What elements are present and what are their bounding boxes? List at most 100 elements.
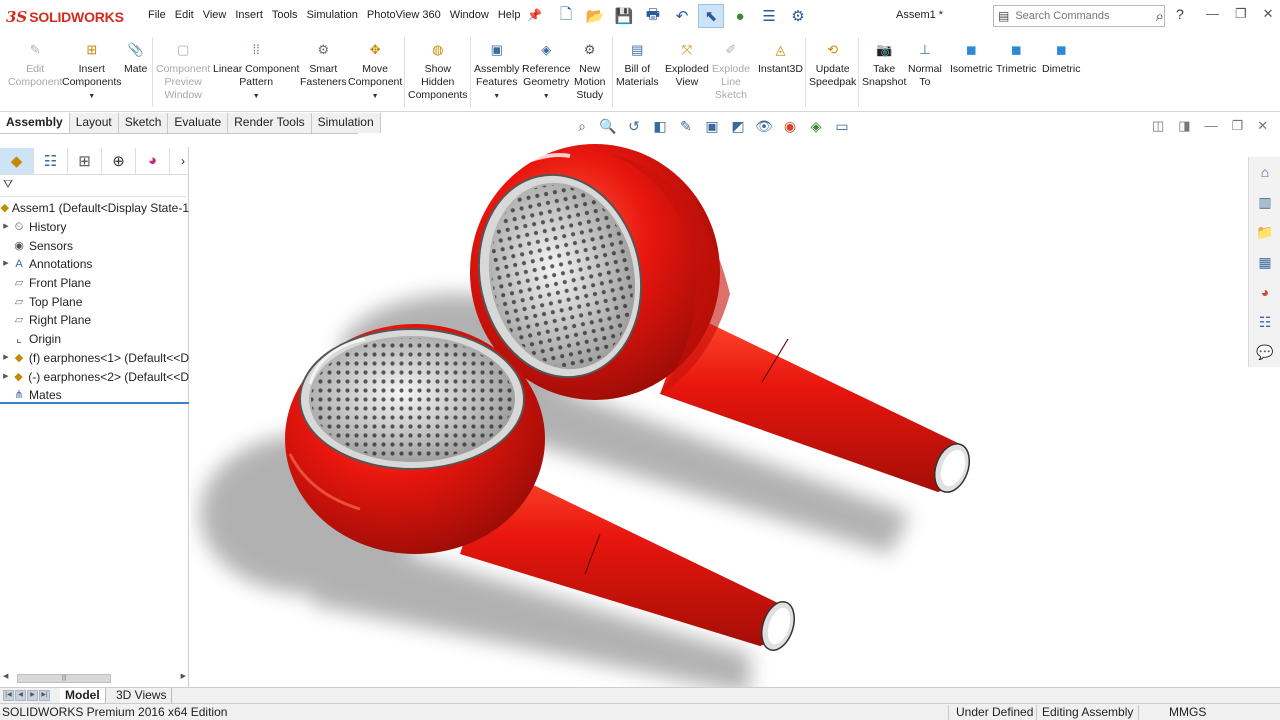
custom-properties-icon[interactable]: ☷ xyxy=(1251,309,1279,335)
last-tab-icon[interactable]: ▶| xyxy=(39,690,50,701)
menu-item-edit[interactable]: Edit xyxy=(175,9,194,21)
dropdown-arrow-icon[interactable]: ▼ xyxy=(372,90,379,103)
assembly-features-button[interactable]: ▣ Assembly Features ▼ xyxy=(474,38,520,103)
tree-item[interactable]: ▶ ◆ (f) earphones<1> (Default<<D xyxy=(0,349,189,368)
search-icon[interactable]: ⌕ xyxy=(1156,8,1164,25)
solidworks-logo[interactable]: 3S SOLIDWORKS xyxy=(6,6,124,28)
next-tab-icon[interactable]: ▶ xyxy=(27,690,38,701)
expand-arrow-icon[interactable]: ▶ xyxy=(0,255,12,273)
appearances-scenes-icon[interactable]: ◕ xyxy=(1251,279,1279,305)
menu-item-photoview-360[interactable]: PhotoView 360 xyxy=(367,9,441,21)
dynamic-annotation-icon[interactable]: ✎ xyxy=(676,117,696,135)
tree-item[interactable]: ▶ A Annotations xyxy=(0,255,189,274)
tab-sketch[interactable]: Sketch xyxy=(118,113,169,133)
scroll-left-icon[interactable]: ◀ xyxy=(3,672,8,680)
configurationmanager-tab-icon[interactable]: ⊞ xyxy=(68,147,102,174)
rollback-bar[interactable] xyxy=(0,402,189,404)
instant3d-button[interactable]: ◬ Instant3D xyxy=(758,38,803,76)
menu-item-file[interactable]: File xyxy=(148,9,166,21)
menu-item-insert[interactable]: Insert xyxy=(235,9,263,21)
menu-item-window[interactable]: Window xyxy=(450,9,489,21)
speedpak-button[interactable]: ⟲ Update Speedpak xyxy=(809,38,856,89)
mate-button[interactable]: 📎 Mate xyxy=(124,38,147,76)
menu-item-help[interactable]: Help xyxy=(498,9,521,21)
model-viewport[interactable] xyxy=(190,134,1246,694)
section-view-icon[interactable]: ◧ xyxy=(650,117,670,135)
tab-3d-views[interactable]: 3D Views xyxy=(111,688,173,704)
trimetric-button[interactable]: ◼ Trimetric xyxy=(996,38,1036,76)
tree-item[interactable]: ▱ Front Plane xyxy=(0,274,189,293)
first-tab-icon[interactable]: |◀ xyxy=(3,690,14,701)
tab-evaluate[interactable]: Evaluate xyxy=(168,113,229,133)
expand-arrow-icon[interactable]: ▶ xyxy=(0,349,12,367)
normal-to-button[interactable]: ⊥ Normal To xyxy=(908,38,942,89)
options-gear-icon[interactable]: ⚙ xyxy=(785,4,811,28)
edit-appearance-icon[interactable]: ◉ xyxy=(780,117,800,135)
viewport-minimize-icon[interactable]: — xyxy=(1205,118,1218,134)
save-icon[interactable]: 💾 xyxy=(611,4,637,28)
print-icon[interactable]: 🖶 xyxy=(640,4,666,28)
tile-view-icon[interactable]: ◨ xyxy=(1178,118,1190,134)
close-icon[interactable]: ✕ xyxy=(1263,6,1274,22)
scroll-thumb[interactable]: ||| xyxy=(17,674,111,683)
help-button[interactable]: ? xyxy=(1176,6,1184,22)
solidworks-resources-home-icon[interactable]: ⌂ xyxy=(1251,159,1279,185)
move-component-button[interactable]: ✥ Move Component ▼ xyxy=(348,38,402,103)
tree-item[interactable]: ▱ Right Plane xyxy=(0,311,189,330)
exploded-view-button[interactable]: ⤧ Exploded View xyxy=(665,38,709,89)
tree-item[interactable]: ◉ Sensors xyxy=(0,236,189,255)
apply-scene-icon[interactable]: ◈ xyxy=(806,117,826,135)
split-view-icon[interactable]: ◫ xyxy=(1152,118,1164,134)
dropdown-arrow-icon[interactable]: ▼ xyxy=(253,90,260,103)
tree-item[interactable]: ▶ ◆ (-) earphones<2> (Default<<D xyxy=(0,367,189,386)
menu-item-simulation[interactable]: Simulation xyxy=(307,9,358,21)
linear-pattern-button[interactable]: ⁞⁞ Linear Component Pattern ▼ xyxy=(213,38,299,103)
open-folder-icon[interactable]: 📂 xyxy=(582,4,608,28)
search-commands-input[interactable] xyxy=(1015,10,1126,22)
dimetric-button[interactable]: ◼ Dimetric xyxy=(1042,38,1081,76)
displaymanager-tab-icon[interactable]: ◕ xyxy=(136,147,170,174)
tab-render-tools[interactable]: Render Tools xyxy=(228,113,312,133)
viewport-close-icon[interactable]: ✕ xyxy=(1257,118,1268,134)
graphics-area[interactable] xyxy=(190,134,1246,694)
zoom-to-fit-icon[interactable]: ⌕ xyxy=(572,117,592,135)
pin-icon[interactable]: 📌 xyxy=(527,8,542,22)
featuremanager-tab-icon[interactable]: ◆ xyxy=(0,147,34,174)
tab-model[interactable]: Model xyxy=(60,688,106,704)
zoom-to-area-icon[interactable]: 🔍 xyxy=(598,117,618,135)
bill-of-materials-button[interactable]: ▤ Bill of Materials xyxy=(616,38,659,89)
viewport-restore-icon[interactable]: ❐ xyxy=(1232,118,1244,134)
solidworks-forum-icon[interactable]: 💬 xyxy=(1251,339,1279,365)
minimize-icon[interactable]: — xyxy=(1206,6,1219,22)
undo-icon[interactable]: ↶ xyxy=(669,4,695,28)
component-preview-button[interactable]: ▢ Component Preview Window xyxy=(156,38,210,102)
file-explorer-icon[interactable]: 📁 xyxy=(1251,219,1279,245)
dropdown-arrow-icon[interactable]: ▼ xyxy=(88,90,95,103)
design-library-icon[interactable]: ▥ xyxy=(1251,189,1279,215)
tree-item[interactable]: ◆ Assem1 (Default<Display State-1 xyxy=(0,199,189,218)
menu-item-view[interactable]: View xyxy=(203,9,227,21)
previous-view-icon[interactable]: ↺ xyxy=(624,117,644,135)
panel-horizontal-scrollbar[interactable]: ◀ ||| ▶ xyxy=(3,672,186,684)
tree-item[interactable]: ▱ Top Plane xyxy=(0,292,189,311)
scroll-right-icon[interactable]: ▶ xyxy=(181,672,186,680)
new-document-icon[interactable]: 🗋 xyxy=(553,4,579,28)
tree-item[interactable]: ▶ ⏲ History xyxy=(0,218,189,237)
prev-tab-icon[interactable]: ◀ xyxy=(15,690,26,701)
expand-arrow-icon[interactable]: ▶ xyxy=(0,368,12,386)
unit-system-button[interactable]: MMGS xyxy=(1169,705,1206,719)
view-settings-icon[interactable]: ▭ xyxy=(832,117,852,135)
camera-button[interactable]: 📷 Take Snapshot xyxy=(862,38,906,89)
display-style-icon[interactable]: ◩ xyxy=(728,117,748,135)
search-scope-icon[interactable]: ▤ xyxy=(998,9,1009,23)
reference-geometry-button[interactable]: ◈ Reference Geometry ▼ xyxy=(522,38,570,103)
hide-show-items-icon[interactable]: 👁 xyxy=(754,117,774,135)
view-orientation-icon[interactable]: ▣ xyxy=(702,117,722,135)
show-hidden-button[interactable]: ◍ Show Hidden Components xyxy=(408,38,468,102)
menu-item-tools[interactable]: Tools xyxy=(272,9,298,21)
file-properties-icon[interactable]: ☰ xyxy=(756,4,782,28)
search-commands-box[interactable]: ▤ ⌕ xyxy=(993,5,1165,27)
expand-arrow-icon[interactable]: ▶ xyxy=(0,218,12,236)
more-tabs-chevron-icon[interactable]: › xyxy=(181,154,185,168)
filter-icon[interactable]: ⛛ xyxy=(3,177,13,192)
